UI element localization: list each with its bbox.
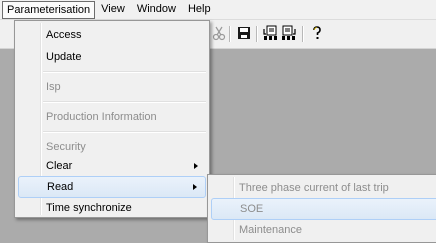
menu-help[interactable]: Help (182, 0, 217, 19)
save-icon[interactable] (236, 25, 252, 41)
submenu-arrow-icon (194, 163, 198, 169)
menu-separator (43, 101, 206, 103)
submenu-item-three-phase-current[interactable]: Three phase current of last trip (211, 177, 436, 199)
toolbar-separator (256, 26, 258, 42)
upload-icon[interactable] (281, 25, 297, 41)
menu-view[interactable]: View (95, 0, 131, 19)
parameterisation-menu: Access Update Isp Production Information… (14, 20, 210, 218)
menu-separator (43, 71, 206, 73)
menu-item-read[interactable]: Read (18, 176, 206, 198)
submenu-arrow-icon (193, 184, 197, 190)
menu-item-update[interactable]: Update (18, 46, 206, 68)
menu-parameterisation[interactable]: Parameterisation (2, 0, 96, 19)
menu-item-read-label: Read (47, 181, 74, 193)
menu-item-access[interactable]: Access (18, 24, 206, 46)
download-icon[interactable] (262, 25, 278, 41)
toolbar-separator (302, 26, 304, 42)
cut-icon[interactable] (211, 25, 227, 41)
menu-item-clear[interactable]: Clear (18, 155, 206, 177)
menu-item-isp[interactable]: Isp (18, 76, 206, 98)
menu-item-clear-label: Clear (46, 160, 73, 172)
toolbar-separator (229, 26, 231, 42)
menu-item-production-information[interactable]: Production Information (18, 106, 206, 128)
menu-window[interactable]: Window (131, 0, 182, 19)
menu-separator (43, 131, 206, 133)
help-icon[interactable] (309, 25, 325, 41)
submenu-item-maintenance[interactable]: Maintenance (211, 219, 436, 241)
submenu-item-soe[interactable]: SOE (211, 198, 436, 220)
menu-bar: Parameterisation View Window Help (0, 0, 436, 20)
menu-item-time-synchronize[interactable]: Time synchronize (18, 197, 206, 219)
read-submenu: Three phase current of last trip SOE Mai… (207, 174, 436, 243)
